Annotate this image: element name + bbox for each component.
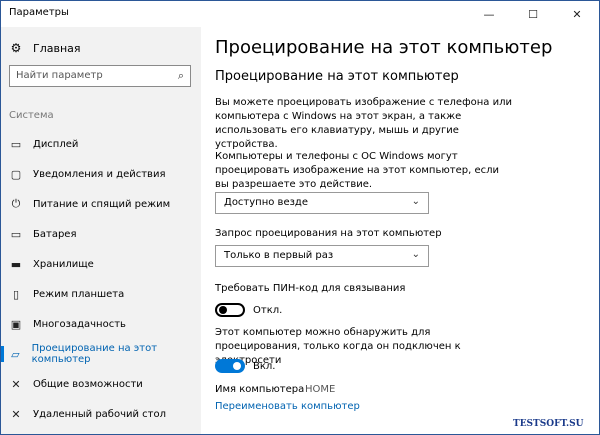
sidebar-nav: ▭ Дисплей ▢ Уведомления и действия ⏻ Питание … [1, 129, 201, 429]
minimize-button[interactable]: — [467, 1, 511, 27]
sidebar-item[interactable]: ⏻ Питание и спящий режим [1, 189, 201, 219]
pc-name-value: HOME [305, 384, 336, 395]
search-input[interactable]: Найти параметр ⌕ [9, 65, 191, 87]
toggle-knob [233, 362, 241, 370]
pin-toggle[interactable] [215, 303, 245, 317]
sidebar: ⚙ Главная Найти параметр ⌕ Система ▭ Дисп… [1, 27, 201, 434]
sidebar-item-label: Многозадачность [33, 318, 126, 330]
sidebar-item[interactable]: ▭ Дисплей [1, 129, 201, 159]
sidebar-item[interactable]: ▭ Батарея [1, 219, 201, 249]
window-title: Параметры [9, 7, 69, 18]
maximize-button[interactable]: ☐ [511, 1, 555, 27]
sidebar-item-label: Питание и спящий режим [33, 198, 171, 210]
close-button[interactable]: ✕ [555, 1, 599, 27]
sidebar-item-label: Проецирование на этот компьютер [31, 343, 158, 365]
sidebar-item-label: Дисплей [33, 138, 79, 150]
sidebar-item-label: Общие возможности [33, 378, 143, 390]
multitasking-icon: ▣ [10, 317, 22, 331]
sidebar-item[interactable]: ▬ Хранилище [1, 249, 201, 279]
pc-name-label: Имя компьютера [215, 384, 305, 395]
home-label: Главная [33, 41, 81, 55]
availability-dropdown[interactable]: Доступно везде ⌄ [215, 192, 429, 214]
request-label: Запрос проецирования на этот компьютер [215, 228, 442, 239]
sidebar-item[interactable]: ▣ Многозадачность [1, 309, 201, 339]
chevron-down-icon: ⌄ [411, 249, 420, 260]
tablet-mode-icon: ▯ [12, 287, 20, 301]
sidebar-item-label: Удаленный рабочий стол [33, 408, 167, 420]
settings-window: Параметры — ☐ ✕ ⚙ Главная Найти параметр… [0, 0, 600, 435]
toggle-knob [219, 306, 227, 314]
sidebar-item-label: Уведомления и действия [33, 168, 166, 180]
battery-icon: ▭ [10, 227, 22, 241]
title-bar[interactable]: Параметры — ☐ ✕ [1, 1, 599, 27]
watermark: TESTSOFT.SU [513, 419, 584, 429]
rename-pc-link[interactable]: Переименовать компьютер [215, 401, 360, 412]
storage-icon: ▬ [10, 257, 22, 271]
home-nav-item[interactable]: ⚙ Главная [9, 39, 81, 57]
notifications-icon: ▢ [10, 167, 22, 181]
search-icon[interactable]: ⌕ [178, 69, 184, 83]
power-toggle-state: Вкл. [253, 361, 276, 372]
sidebar-section-title: Система [9, 110, 54, 121]
request-dropdown[interactable]: Только в первый раз ⌄ [215, 245, 429, 267]
description-text: Вы можете проецировать изображение с тел… [215, 97, 512, 150]
page-title: Проецирование на этот компьютер [215, 37, 553, 58]
sidebar-item[interactable]: ✕ Удаленный рабочий стол [1, 399, 201, 429]
shared-experiences-icon: ✕ [11, 377, 21, 391]
section-title: Проецирование на этот компьютер [215, 69, 459, 84]
gear-icon: ⚙ [10, 41, 22, 55]
power-toggle[interactable] [215, 359, 245, 373]
availability-label: Компьютеры и телефоны с ОС Windows могут… [215, 151, 500, 190]
sidebar-item-label: Режим планшета [33, 288, 125, 300]
sidebar-item[interactable]: ▢ Уведомления и действия [1, 159, 201, 189]
display-icon: ▭ [10, 137, 22, 151]
sidebar-item[interactable]: ▯ Режим планшета [1, 279, 201, 309]
pin-label: Требовать ПИН-код для связывания [215, 283, 406, 294]
sidebar-item-label: Хранилище [33, 258, 94, 270]
availability-value: Доступно везде [224, 197, 308, 208]
power-icon: ⏻ [11, 197, 21, 210]
remote-desktop-icon: ✕ [11, 407, 21, 421]
pin-toggle-state: Откл. [253, 305, 283, 316]
search-placeholder: Найти параметр [16, 70, 103, 81]
sidebar-item[interactable]: ▱ Проецирование на этот компьютер [1, 339, 201, 369]
sidebar-item-label: Батарея [33, 228, 77, 240]
projecting-icon: ▱ [11, 347, 20, 361]
chevron-down-icon: ⌄ [411, 196, 420, 207]
sidebar-item[interactable]: ✕ Общие возможности [1, 369, 201, 399]
request-value: Только в первый раз [224, 250, 334, 261]
